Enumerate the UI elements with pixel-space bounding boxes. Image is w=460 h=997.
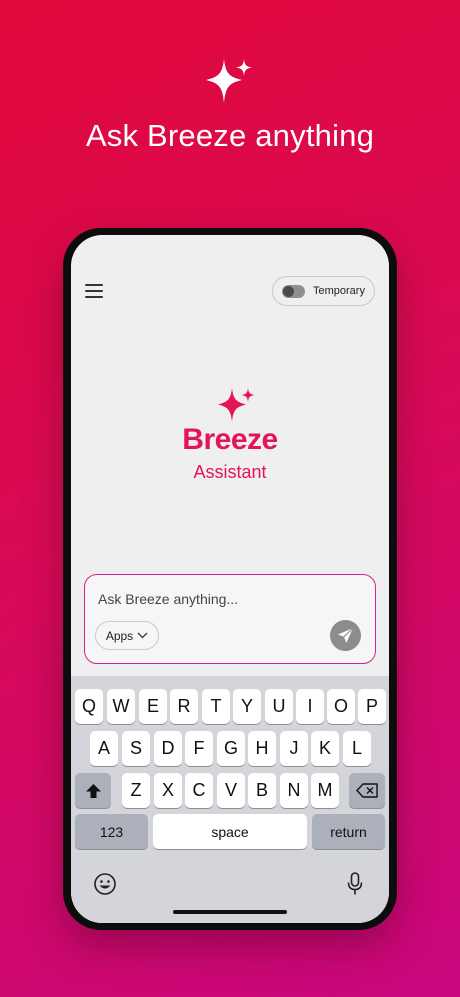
apps-dropdown[interactable]: Apps [95, 621, 159, 650]
key-c[interactable]: C [185, 773, 213, 808]
key-e[interactable]: E [139, 689, 167, 724]
app-screen: Temporary Breeze Assistant Apps [71, 235, 389, 923]
key-y[interactable]: Y [233, 689, 261, 724]
message-composer: Apps [84, 574, 376, 664]
key-u[interactable]: U [265, 689, 293, 724]
temporary-toggle[interactable]: Temporary [272, 276, 375, 306]
home-indicator [173, 910, 287, 914]
key-m[interactable]: M [311, 773, 339, 808]
backspace-icon [356, 783, 378, 798]
key-x[interactable]: X [154, 773, 182, 808]
emoji-icon[interactable] [93, 872, 117, 896]
key-o[interactable]: O [327, 689, 355, 724]
key-z[interactable]: Z [122, 773, 150, 808]
key-i[interactable]: I [296, 689, 324, 724]
send-button[interactable] [330, 620, 361, 651]
keyboard: Q W E R T Y U I O P A S D F G H J K L Z [71, 676, 389, 923]
shift-key[interactable] [75, 773, 111, 808]
key-r[interactable]: R [170, 689, 198, 724]
logo-wordmark: Breeze [182, 423, 278, 456]
temporary-label: Temporary [313, 285, 365, 297]
key-f[interactable]: F [185, 731, 213, 766]
sparkle-icon [206, 59, 252, 103]
key-w[interactable]: W [107, 689, 135, 724]
key-q[interactable]: Q [75, 689, 103, 724]
key-p[interactable]: P [358, 689, 386, 724]
numbers-key[interactable]: 123 [75, 814, 148, 849]
key-d[interactable]: D [154, 731, 182, 766]
shift-icon [85, 783, 101, 798]
key-h[interactable]: H [248, 731, 276, 766]
key-k[interactable]: K [311, 731, 339, 766]
key-t[interactable]: T [202, 689, 230, 724]
key-v[interactable]: V [217, 773, 245, 808]
key-s[interactable]: S [122, 731, 150, 766]
phone-frame: Temporary Breeze Assistant Apps [63, 228, 397, 930]
key-j[interactable]: J [280, 731, 308, 766]
key-b[interactable]: B [248, 773, 276, 808]
key-g[interactable]: G [217, 731, 245, 766]
menu-button[interactable] [85, 284, 103, 298]
microphone-icon[interactable] [347, 872, 363, 896]
toggle-icon[interactable] [282, 284, 305, 298]
key-l[interactable]: L [343, 731, 371, 766]
sparkle-icon [218, 388, 255, 422]
menu-icon [85, 284, 103, 286]
message-input[interactable] [98, 589, 358, 609]
hero-title: Ask Breeze anything [85, 118, 375, 153]
backspace-key[interactable] [349, 773, 385, 808]
return-key[interactable]: return [312, 814, 385, 849]
key-n[interactable]: N [280, 773, 308, 808]
send-icon [338, 627, 354, 643]
key-a[interactable]: A [90, 731, 118, 766]
apps-label: Apps [105, 628, 134, 643]
logo-subtitle: Assistant [193, 462, 267, 482]
chevron-down-icon [137, 632, 148, 639]
space-key[interactable]: space [153, 814, 307, 849]
